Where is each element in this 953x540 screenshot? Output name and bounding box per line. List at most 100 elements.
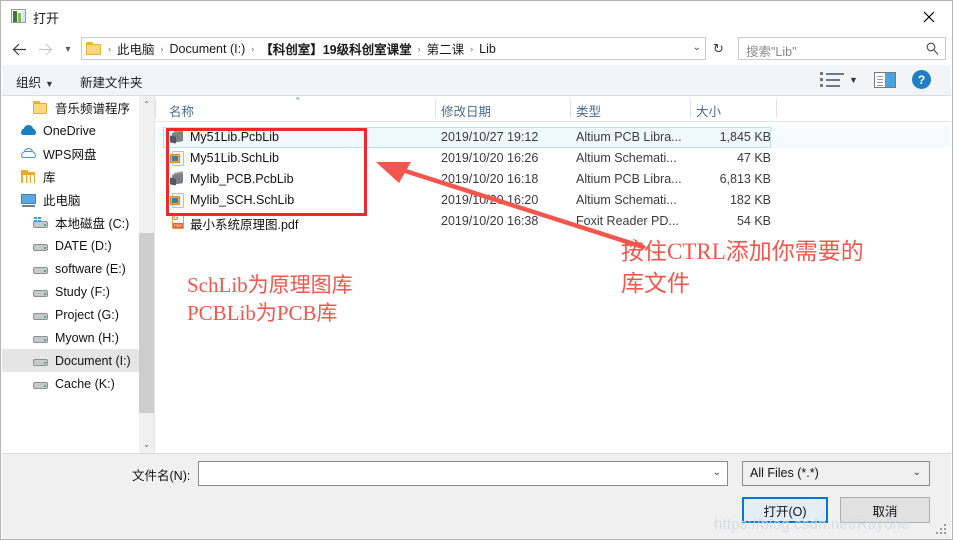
sidebar-item-label: OneDrive (43, 123, 96, 138)
sidebar-item-music-spectrum[interactable]: 音乐频谱程序 (2, 96, 154, 119)
window-title: 打开 (33, 11, 60, 26)
column-header-size[interactable]: 大小 (696, 101, 721, 120)
chevron-down-icon[interactable]: ⌄ (713, 467, 721, 478)
breadcrumb-item-0[interactable]: 此电脑 (115, 39, 157, 58)
open-file-dialog: 打开 ▾ › 此电脑 › Document (I:) › 【科创室】19级科创室… (0, 0, 953, 540)
refresh-icon[interactable]: ↻ (713, 41, 724, 57)
file-name: Mylib_SCH.SchLib (190, 193, 295, 207)
title-bar: 打开 (1, 1, 952, 32)
file-date: 2019/10/20 16:26 (441, 151, 539, 165)
search-icon (926, 42, 939, 58)
pcblib-file-icon (169, 171, 186, 188)
file-date: 2019/10/20 16:18 (441, 172, 539, 186)
column-header-name[interactable]: 名称 (169, 101, 194, 120)
sidebar-item-label: software (E:) (55, 261, 126, 276)
command-toolbar: 组织 ▼ 新建文件夹 ▼ ? (2, 65, 951, 96)
sidebar-item-label: 音乐频谱程序 (55, 102, 131, 116)
chevron-down-icon: ▼ (45, 79, 54, 89)
drive-icon (32, 353, 49, 369)
sidebar-item-wps-cloud[interactable]: WPS网盘 (2, 142, 154, 165)
annotation-right-note: 按住CTRL添加你需要的 库文件 (621, 239, 864, 296)
help-icon[interactable]: ? (912, 70, 931, 89)
table-row[interactable]: Mylib_PCB.PcbLib 2019/10/20 16:18 Altium… (155, 169, 951, 190)
search-input[interactable]: 搜索"Lib" (746, 41, 797, 60)
breadcrumb-item-1[interactable]: Document (I:) (168, 42, 248, 56)
preview-pane-icon[interactable] (874, 72, 896, 88)
breadcrumb-item-2[interactable]: 【科创室】19级科创室课堂 (258, 39, 413, 58)
sidebar-item-drive-g[interactable]: Project (G:) (2, 303, 154, 326)
sidebar-item-label: 此电脑 (43, 194, 81, 208)
table-row[interactable]: G PDF 最小系统原理图.pdf 2019/10/20 16:38 Foxit … (155, 211, 951, 232)
cloud-outline-icon (20, 146, 37, 162)
file-type-filter-select[interactable]: All Files (*.*) ⌄ (742, 461, 930, 486)
breadcrumb-separator: › (160, 43, 164, 54)
drive-icon (32, 238, 49, 254)
navigation-bar: ▾ › 此电脑 › Document (I:) › 【科创室】19级科创室课堂 … (1, 32, 952, 65)
file-name: My51Lib.PcbLib (190, 130, 279, 144)
sidebar-item-drive-d[interactable]: DATE (D:) (2, 234, 154, 257)
table-row[interactable]: My51Lib.SchLib 2019/10/20 16:26 Altium S… (155, 148, 951, 169)
breadcrumb-separator: › (470, 43, 474, 54)
sidebar-item-onedrive[interactable]: OneDrive (2, 119, 154, 142)
scrollbar-thumb[interactable] (139, 233, 154, 413)
sidebar-item-drive-i[interactable]: Document (I:) (2, 349, 154, 372)
sort-ascending-icon: ⌃ (294, 96, 302, 106)
organize-button[interactable]: 组织 ▼ (16, 72, 54, 91)
close-icon[interactable] (906, 1, 952, 32)
navigation-pane[interactable]: 音乐频谱程序 OneDrive WPS网盘 库 此电脑 本地磁盘 (C:) DA… (2, 96, 154, 453)
schlib-file-icon (169, 150, 186, 167)
back-icon[interactable] (7, 37, 31, 61)
sidebar-item-drive-c[interactable]: 本地磁盘 (C:) (2, 211, 154, 234)
cloud-onedrive-icon (20, 123, 37, 139)
drive-icon (32, 284, 49, 300)
view-list-icon[interactable] (820, 72, 846, 88)
sidebar-item-label: Document (I:) (55, 353, 131, 368)
sidebar-item-label: WPS网盘 (43, 148, 97, 162)
address-bar[interactable]: › 此电脑 › Document (I:) › 【科创室】19级科创室课堂 › … (81, 37, 706, 60)
breadcrumb-separator: › (417, 43, 421, 54)
folder-icon (86, 42, 102, 55)
sidebar-item-drive-k[interactable]: Cache (K:) (2, 372, 154, 395)
column-header-type[interactable]: 类型 (576, 101, 601, 120)
sidebar-item-drive-e[interactable]: software (E:) (2, 257, 154, 280)
column-header-date[interactable]: 修改日期 (441, 101, 491, 120)
drive-icon (32, 261, 49, 277)
sidebar-item-libraries[interactable]: 库 (2, 165, 154, 188)
table-row[interactable]: My51Lib.PcbLib 2019/10/27 19:12 Altium P… (155, 127, 951, 148)
sidebar-item-this-pc[interactable]: 此电脑 (2, 188, 154, 211)
sidebar-item-label: Study (F:) (55, 284, 110, 299)
sidebar-item-drive-h[interactable]: Myown (H:) (2, 326, 154, 349)
resize-grip[interactable] (936, 524, 947, 535)
sidebar-item-drive-f[interactable]: Study (F:) (2, 280, 154, 303)
recent-locations-icon[interactable]: ▾ (59, 37, 77, 61)
forward-icon[interactable] (33, 37, 57, 61)
column-header-row: 名称 ⌃ 修改日期 类型 大小 (155, 96, 951, 122)
drive-icon (32, 330, 49, 346)
search-box[interactable]: 搜索"Lib" (738, 37, 946, 60)
annotation-left-note: SchLib为原理图库 PCBLib为PCB库 (187, 273, 353, 325)
file-size: 6,813 KB (719, 172, 771, 186)
this-pc-icon (20, 192, 37, 208)
file-size: 54 KB (736, 214, 771, 228)
chevron-down-icon[interactable]: ⌄ (913, 467, 921, 478)
sidebar-scrollbar[interactable]: ⌃ ⌄ (139, 96, 154, 453)
new-folder-button[interactable]: 新建文件夹 (80, 72, 143, 91)
chevron-down-icon[interactable]: ⌄ (693, 42, 701, 53)
breadcrumb-separator: › (251, 43, 255, 54)
chevron-up-icon[interactable]: ⌃ (139, 96, 154, 113)
breadcrumb-item-4[interactable]: Lib (477, 42, 498, 56)
view-options-caret-icon[interactable]: ▼ (849, 75, 858, 85)
sidebar-item-label: Myown (H:) (55, 330, 119, 345)
library-icon (20, 169, 37, 185)
watermark: https://blog.csdn.net/Rayone (714, 516, 910, 533)
drive-icon (32, 307, 49, 323)
sidebar-item-label: 本地磁盘 (C:) (55, 217, 130, 231)
file-name: 最小系统原理图.pdf (190, 218, 299, 232)
file-name: Mylib_PCB.PcbLib (190, 172, 294, 186)
filename-input[interactable]: ⌄ (198, 461, 728, 486)
breadcrumb-item-3[interactable]: 第二课 (425, 39, 467, 58)
file-name: My51Lib.SchLib (190, 151, 279, 165)
chevron-down-icon[interactable]: ⌄ (139, 436, 154, 453)
drive-icon (32, 376, 49, 392)
table-row[interactable]: Mylib_SCH.SchLib 2019/10/20 16:20 Altium… (155, 190, 951, 211)
